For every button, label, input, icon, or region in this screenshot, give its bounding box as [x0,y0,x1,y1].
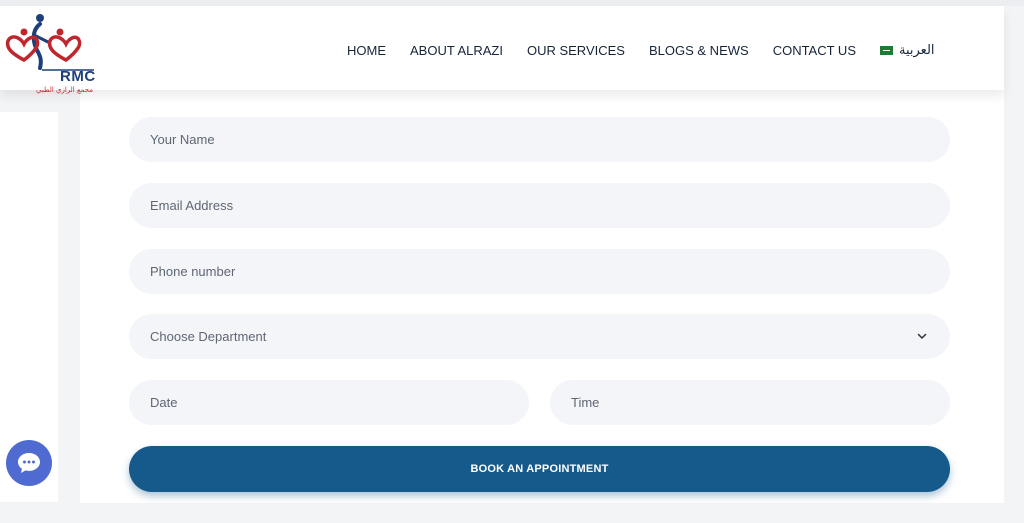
main-navigation: HOME ABOUT ALRAZI OUR SERVICES BLOGS & N… [347,40,935,60]
department-select[interactable]: Choose Department [129,314,950,359]
nav-contact[interactable]: CONTACT US [773,43,856,58]
name-field-wrapper [129,117,950,162]
site-logo[interactable]: RMC مجمع الرازي الطبي [2,12,98,94]
date-field-wrapper [129,380,529,425]
phone-field-wrapper [129,249,950,294]
date-input[interactable] [150,395,529,410]
phone-input[interactable] [150,264,950,279]
time-field-wrapper [550,380,950,425]
logo-arabic-subtitle: مجمع الرازي الطبي [36,86,94,94]
book-appointment-button[interactable]: BOOK AN APPOINTMENT [129,446,950,492]
chevron-down-icon [917,333,927,339]
nav-home[interactable]: HOME [347,43,386,58]
department-selected-value: Choose Department [150,329,267,344]
language-label: العربية [899,42,935,58]
time-input[interactable] [571,395,950,410]
logo-wordmark: RMC [60,68,96,85]
site-header: RMC مجمع الرازي الطبي HOME ABOUT ALRAZI … [0,6,1004,94]
nav-services[interactable]: OUR SERVICES [527,43,625,58]
chat-launcher-button[interactable] [6,440,52,486]
email-field-wrapper [129,183,950,228]
email-input[interactable] [150,198,950,213]
nav-blogs-news[interactable]: BLOGS & NEWS [649,43,749,58]
chat-bubble-icon [18,453,40,473]
language-switch[interactable]: العربية [880,43,935,58]
name-input[interactable] [150,132,950,147]
saudi-flag-icon [880,45,893,55]
nav-about[interactable]: ABOUT ALRAZI [410,43,503,58]
